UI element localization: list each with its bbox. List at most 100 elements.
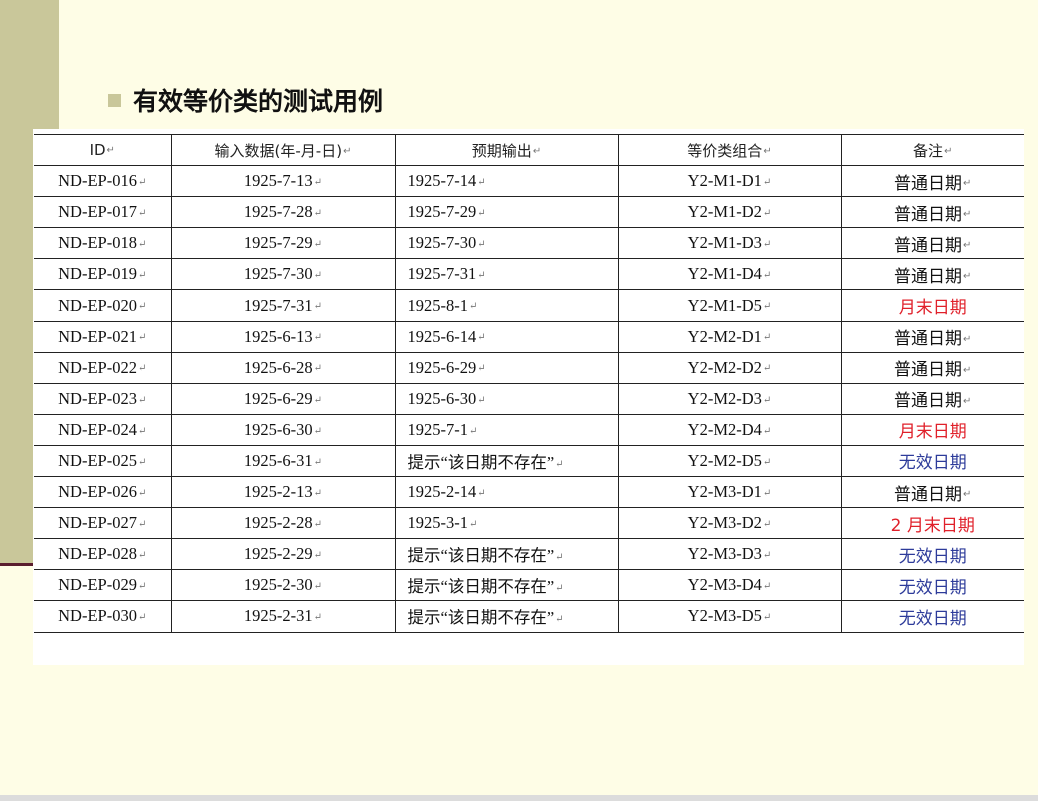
- table-row: ND-EP-020↵ 1925-7-31↵ 1925-8-1↵ Y2-M1-D5↵ 月末…: [34, 289, 1024, 322]
- paragraph-mark-icon: ↵: [963, 489, 972, 501]
- paragraph-mark-icon: ↵: [137, 363, 147, 375]
- cell-note: 普通日期↵: [840, 352, 1024, 384]
- cell-note: 月末日期: [840, 289, 1024, 322]
- paragraph-mark-icon: ↵: [137, 270, 147, 282]
- cell-expected: 1925-6-29↵: [394, 352, 618, 384]
- paragraph-mark-icon: ↵: [313, 301, 323, 313]
- cell-id: ND-EP-016↵: [34, 165, 171, 198]
- paragraph-mark-icon: ↵: [762, 394, 772, 406]
- paragraph-mark-icon: ↵: [313, 456, 323, 468]
- paragraph-mark-icon: ↵: [532, 145, 542, 157]
- cell-id: ND-EP-026↵: [34, 476, 171, 509]
- paragraph-mark-icon: ↵: [137, 176, 147, 188]
- paragraph-mark-icon: ↵: [762, 207, 772, 219]
- table-row: ND-EP-025↵ 1925-6-31↵ 提示“该日期不存在”↵ Y2-M2-D5↵…: [34, 445, 1024, 478]
- cell-input: 1925-7-30↵: [170, 258, 395, 291]
- paragraph-mark-icon: ↵: [313, 612, 323, 624]
- paragraph-mark-icon: ↵: [137, 549, 147, 561]
- table-row: ND-EP-027↵ 1925-2-28↵ 1925-3-1↵ Y2-M3-D2↵ 2 …: [34, 507, 1024, 540]
- cell-input: 1925-6-29↵: [170, 383, 395, 415]
- cell-combo: Y2-M1-D2↵: [617, 196, 841, 229]
- cell-expected: 1925-7-14↵: [394, 165, 618, 198]
- paragraph-mark-icon: ↵: [762, 363, 772, 375]
- paragraph-mark-icon: ↵: [469, 425, 478, 437]
- cell-note: 2 月末日期: [840, 507, 1024, 540]
- table-row: ND-EP-022↵ 1925-6-28↵ 1925-6-29↵ Y2-M2-D2↵ 普…: [34, 352, 1024, 384]
- cell-note: 月末日期: [840, 414, 1024, 446]
- table-row: ND-EP-023↵ 1925-6-29↵ 1925-6-30↵ Y2-M2-D3↵ 普…: [34, 383, 1024, 415]
- paragraph-mark-icon: ↵: [137, 301, 147, 313]
- paragraph-mark-icon: ↵: [762, 456, 772, 468]
- cell-note: 无效日期: [840, 538, 1024, 571]
- header-expected: 预期输出↵: [394, 133, 618, 167]
- header-note: 备注↵: [840, 133, 1024, 167]
- cell-expected: 1925-6-30↵: [394, 383, 618, 415]
- cell-id: ND-EP-017↵: [34, 196, 171, 229]
- paragraph-mark-icon: ↵: [555, 458, 564, 470]
- table-row: ND-EP-018↵ 1925-7-29↵ 1925-7-30↵ Y2-M1-D3↵ 普…: [34, 227, 1024, 260]
- cell-input: 1925-6-13↵: [170, 321, 395, 353]
- cell-id: ND-EP-027↵: [34, 507, 171, 540]
- cell-note: 普通日期↵: [840, 383, 1024, 415]
- table-row: ND-EP-016↵ 1925-7-13↵ 1925-7-14↵ Y2-M1-D1↵ 普…: [34, 165, 1024, 198]
- paragraph-mark-icon: ↵: [762, 301, 772, 313]
- table-row: ND-EP-030↵ 1925-2-31↵ 提示“该日期不存在”↵ Y2-M3-D5↵…: [34, 600, 1024, 633]
- cell-input: 1925-2-28↵: [170, 507, 395, 540]
- square-bullet-icon: [108, 93, 121, 107]
- paragraph-mark-icon: ↵: [137, 581, 147, 593]
- cell-input: 1925-6-28↵: [170, 352, 395, 384]
- cell-combo: Y2-M2-D1↵: [617, 321, 841, 353]
- test-case-table-container: ID↵ 输入数据(年-月-日)↵ 预期输出↵ 等价类组合↵ 备注↵ ND-EP-…: [33, 129, 1024, 665]
- cell-note: 无效日期: [840, 445, 1024, 478]
- paragraph-mark-icon: ↵: [963, 333, 972, 345]
- paragraph-mark-icon: ↵: [137, 394, 147, 406]
- paragraph-mark-icon: ↵: [963, 209, 972, 221]
- cell-note: 普通日期↵: [840, 227, 1024, 260]
- table-header-row: ID↵ 输入数据(年-月-日)↵ 预期输出↵ 等价类组合↵ 备注↵: [34, 133, 1024, 167]
- cell-input: 1925-7-28↵: [170, 196, 395, 229]
- paragraph-mark-icon: ↵: [313, 549, 323, 561]
- cell-expected: 提示“该日期不存在”↵: [394, 600, 618, 633]
- paragraph-mark-icon: ↵: [137, 239, 147, 251]
- cell-expected: 1925-6-14↵: [394, 321, 618, 353]
- cell-combo: Y2-M1-D5↵: [617, 289, 841, 322]
- paragraph-mark-icon: ↵: [313, 270, 323, 282]
- cell-expected: 提示“该日期不存在”↵: [394, 445, 618, 478]
- cell-id: ND-EP-023↵: [34, 383, 171, 415]
- slide-heading: 有效等价类的测试用例: [108, 80, 383, 120]
- cell-id: ND-EP-024↵: [34, 414, 171, 446]
- paragraph-mark-icon: ↵: [343, 145, 352, 157]
- cell-combo: Y2-M2-D3↵: [617, 383, 841, 415]
- paragraph-mark-icon: ↵: [762, 176, 772, 188]
- cell-note: 无效日期: [840, 569, 1024, 602]
- table-row: ND-EP-019↵ 1925-7-30↵ 1925-7-31↵ Y2-M1-D4↵ 普…: [34, 258, 1024, 291]
- cell-input: 1925-6-31↵: [170, 445, 395, 478]
- paragraph-mark-icon: ↵: [477, 394, 486, 406]
- cell-expected: 1925-7-29↵: [394, 196, 618, 229]
- paragraph-mark-icon: ↵: [313, 176, 323, 188]
- cell-combo: Y2-M1-D3↵: [617, 227, 841, 260]
- paragraph-mark-icon: ↵: [762, 425, 772, 437]
- paragraph-mark-icon: ↵: [313, 518, 323, 530]
- paragraph-mark-icon: ↵: [762, 270, 772, 282]
- paragraph-mark-icon: ↵: [555, 583, 564, 595]
- paragraph-mark-icon: ↵: [313, 363, 323, 375]
- cell-expected: 1925-8-1↵: [394, 289, 618, 322]
- cell-input: 1925-6-30↵: [170, 414, 395, 446]
- paragraph-mark-icon: ↵: [477, 207, 486, 219]
- cell-combo: Y2-M1-D1↵: [617, 165, 841, 198]
- header-input: 输入数据(年-月-日)↵: [170, 133, 395, 167]
- paragraph-mark-icon: ↵: [469, 301, 478, 313]
- paragraph-mark-icon: ↵: [313, 332, 323, 344]
- cell-note: 无效日期: [840, 600, 1024, 633]
- bottom-band: [0, 795, 1038, 801]
- paragraph-mark-icon: ↵: [137, 332, 147, 344]
- cell-expected: 提示“该日期不存在”↵: [394, 538, 618, 571]
- cell-combo: Y2-M2-D2↵: [617, 352, 841, 384]
- cell-combo: Y2-M2-D4↵: [617, 414, 841, 446]
- table-row: ND-EP-026↵ 1925-2-13↵ 1925-2-14↵ Y2-M3-D1↵ 普…: [34, 476, 1024, 509]
- cell-input: 1925-2-31↵: [170, 600, 395, 633]
- cell-id: ND-EP-025↵: [34, 445, 171, 478]
- paragraph-mark-icon: ↵: [477, 332, 486, 344]
- paragraph-mark-icon: ↵: [963, 178, 972, 190]
